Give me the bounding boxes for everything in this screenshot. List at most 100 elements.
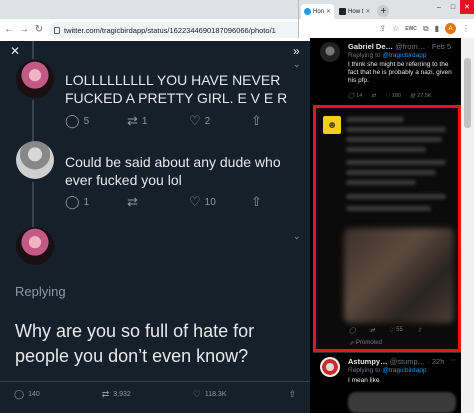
- ewc-extension-icon[interactable]: EWC: [405, 26, 417, 32]
- address-bar[interactable]: twitter.com/tragicbirdapp/status/1622344…: [49, 22, 306, 38]
- blurred-text: [346, 137, 442, 142]
- blurred-text: [346, 147, 426, 152]
- left-tab-strip: [0, 0, 310, 19]
- promoted-label: Promoted: [356, 340, 383, 346]
- extensions-puzzle-icon[interactable]: ⧉: [423, 24, 429, 34]
- reply-button[interactable]: ◯: [349, 327, 356, 334]
- retweet-button[interactable]: ⇄: [371, 93, 376, 99]
- share-button[interactable]: ⇧: [251, 113, 262, 129]
- retweet-button[interactable]: ⇄: [127, 194, 189, 210]
- replying-handle[interactable]: @tragicbirdapp: [382, 367, 426, 374]
- reload-icon[interactable]: ↻: [34, 25, 44, 35]
- views-button[interactable]: ▥ 27.5K: [410, 93, 432, 99]
- tweet-text: LOLLLLLLLLL YOU HAVE NEVER FUCKED A PRET…: [65, 72, 288, 106]
- close-window-icon[interactable]: ✕: [460, 0, 474, 14]
- main-tweet-text: Why are you so full of hate for people y…: [15, 321, 255, 366]
- blurred-text: [346, 194, 446, 199]
- close-tab-icon[interactable]: ✕: [326, 8, 331, 15]
- retweet-button[interactable]: ⇄: [370, 327, 375, 334]
- promoted-media[interactable]: [344, 228, 454, 323]
- replying-prefix: Replying to: [348, 367, 381, 374]
- maximize-icon[interactable]: □: [446, 0, 460, 14]
- reply-author[interactable]: Astumpy… @stump… · 22h: [348, 357, 444, 366]
- promoted-icon: ⇗: [349, 341, 355, 347]
- share-icon[interactable]: ⇪: [379, 24, 386, 33]
- share-icon: ⇧: [251, 194, 262, 209]
- window-controls: – □ ✕: [432, 0, 474, 14]
- retweet-button[interactable]: ⇄ 1: [127, 113, 189, 129]
- left-browser-chrome: ← → ↻ twitter.com/tragicbirdapp/status/1…: [0, 0, 310, 41]
- right-toolbar: ⇪ ☆ EWC ⧉ ▮ A ⋮: [299, 19, 474, 38]
- reply-icon: ◯: [349, 328, 356, 334]
- reply-button[interactable]: ◯ 5: [65, 113, 127, 129]
- tweet-actions: ◯ 1 ⇄ ♡ 10 ⇧: [65, 194, 262, 210]
- replying-to: Replying to @tragicbirdapp: [348, 52, 427, 59]
- sidebar-scrollbar[interactable]: [461, 38, 474, 413]
- promoted-tweet[interactable]: ☻ ◯ ⇄ ♡ 55 ⇧ ⇗ Promoted: [313, 105, 461, 352]
- bookmark-star-icon[interactable]: ☆: [392, 24, 399, 33]
- retweet-button[interactable]: ⇄ 3,932: [102, 389, 131, 400]
- replying-handle[interactable]: @tragicbirdapp: [382, 52, 426, 59]
- share-icon: ⇧: [416, 328, 422, 334]
- retweet-icon: ⇄: [369, 328, 375, 334]
- scrollbar-thumb[interactable]: [464, 58, 471, 128]
- reply-button[interactable]: ◯ 140: [14, 389, 40, 400]
- reply-text: I think she might be referring to the fa…: [348, 61, 452, 84]
- reply-button[interactable]: ◯ 1: [65, 194, 127, 210]
- expand-sidebar-icon[interactable]: »: [293, 44, 300, 58]
- author-meta: @from… · Feb 5: [395, 42, 452, 51]
- more-options-icon[interactable]: ⋯: [450, 357, 456, 364]
- minimize-icon[interactable]: –: [432, 0, 446, 14]
- forward-icon[interactable]: →: [19, 25, 29, 35]
- blurred-text: [346, 160, 446, 165]
- avatar[interactable]: [16, 60, 54, 98]
- replying-label: Replying: [15, 284, 66, 299]
- more-options-icon[interactable]: ⌄: [293, 231, 301, 242]
- blurred-text: [346, 117, 404, 122]
- new-tab-button[interactable]: +: [377, 5, 390, 17]
- tab-home[interactable]: Hon ✕: [301, 4, 335, 19]
- like-count: 55: [396, 327, 403, 333]
- reply-author[interactable]: Gabriel De… @from… · Feb 5: [348, 42, 451, 51]
- promoted-avatar-icon: ☻: [323, 116, 341, 134]
- heart-icon: ♡: [192, 389, 201, 399]
- like-button[interactable]: ♡ 55: [389, 327, 403, 334]
- close-icon[interactable]: ✕: [10, 44, 20, 58]
- blurred-media[interactable]: [348, 392, 456, 413]
- thread-line: [32, 41, 34, 59]
- avatar[interactable]: [16, 227, 54, 265]
- avatar[interactable]: [16, 141, 54, 179]
- avatar[interactable]: [320, 42, 340, 62]
- author-name: Gabriel De…: [348, 42, 394, 51]
- tab-label: Hon: [313, 8, 325, 15]
- reply-button[interactable]: ◯ 14: [348, 93, 362, 99]
- retweet-icon: ⇄: [371, 93, 376, 99]
- tab-how-to[interactable]: How t ✕: [336, 4, 373, 19]
- share-button[interactable]: ⇧: [417, 327, 422, 334]
- tweet-actions: ◯ 5 ⇄ 1 ♡ 2 ⇧: [65, 113, 262, 129]
- more-options-icon[interactable]: ⌄: [293, 59, 301, 70]
- like-button[interactable]: ♡ 180: [385, 93, 401, 99]
- url-text: twitter.com/tragicbirdapp/status/1622344…: [64, 25, 276, 35]
- retweet-icon: ⇄: [127, 113, 138, 128]
- like-button[interactable]: ♡ 118.3K: [193, 389, 227, 400]
- like-button[interactable]: ♡ 10: [189, 194, 251, 210]
- replying-prefix: Replying to: [348, 52, 381, 59]
- lock-icon[interactable]: [54, 26, 60, 34]
- promoted-badge: ⇗ Promoted: [349, 340, 382, 347]
- views-count: 27.5K: [417, 93, 432, 99]
- menu-dots-icon[interactable]: ⋮: [462, 24, 470, 33]
- share-button[interactable]: ⇧: [288, 389, 296, 400]
- back-icon[interactable]: ←: [4, 25, 14, 35]
- profile-avatar[interactable]: A: [445, 23, 456, 34]
- close-tab-icon[interactable]: ✕: [365, 8, 370, 15]
- reply-icon: ◯: [65, 113, 80, 128]
- sidebar-icon[interactable]: ▮: [435, 24, 439, 33]
- tweet-thread-pane: ✕ » ⌄ LOLLLLLLLLL YOU HAVE NEVER FUCKED …: [0, 41, 310, 413]
- like-button[interactable]: ♡ 2: [189, 113, 251, 129]
- views-icon: ▥: [410, 93, 416, 99]
- avatar[interactable]: [320, 357, 340, 377]
- replying-to: Replying to @tragicbirdapp: [348, 367, 427, 374]
- share-button[interactable]: ⇧: [251, 194, 262, 210]
- heart-icon: ♡: [189, 194, 201, 209]
